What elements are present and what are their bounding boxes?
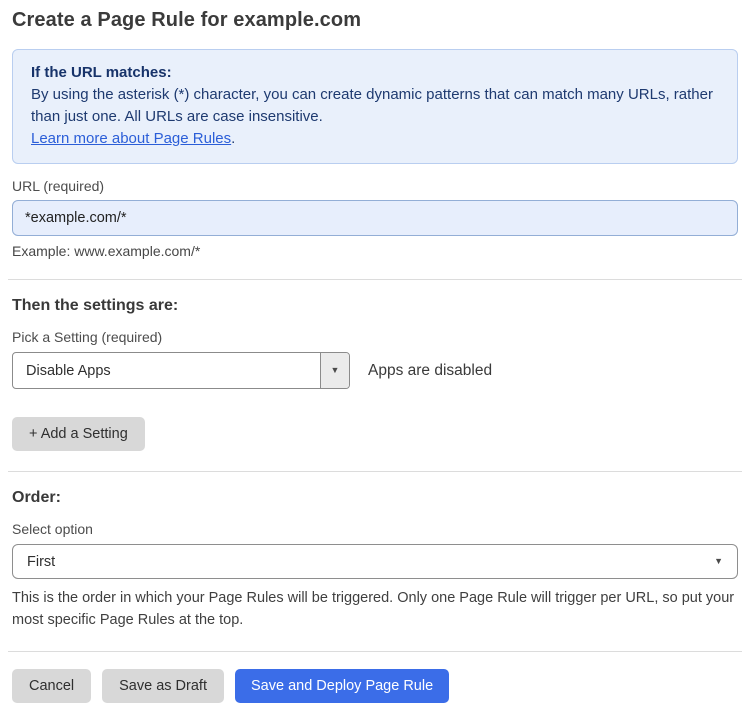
chevron-down-icon: ▼ [330, 365, 340, 375]
order-section-heading: Order: [12, 489, 61, 506]
footer-actions: Cancel Save as Draft Save and Deploy Pag… [12, 669, 738, 703]
setting-status-text: Apps are disabled [368, 361, 493, 379]
order-select-label: Select option [12, 521, 93, 537]
url-input[interactable] [12, 200, 738, 236]
setting-select[interactable]: Disable Apps ▼ [12, 352, 350, 389]
cancel-button[interactable]: Cancel [12, 669, 92, 703]
url-match-info-box: If the URL matches: By using the asteris… [12, 49, 738, 164]
order-select[interactable]: First ▼ [12, 544, 738, 579]
chevron-down-icon: ▼ [714, 556, 723, 566]
setting-select-value: Disable Apps [26, 362, 111, 379]
page-title: Create a Page Rule for example.com [12, 9, 362, 31]
setting-row: Disable Apps ▼ Apps are disabled [12, 352, 738, 389]
save-draft-button[interactable]: Save as Draft [102, 669, 224, 703]
info-box-body: By using the asterisk (*) character, you… [31, 86, 713, 125]
order-helper-text: This is the order in which your Page Rul… [12, 590, 735, 628]
url-field-label: URL (required) [12, 178, 105, 194]
save-deploy-button[interactable]: Save and Deploy Page Rule [234, 669, 450, 703]
link-period: . [231, 130, 236, 147]
add-setting-button[interactable]: + Add a Setting [12, 417, 145, 451]
settings-section-heading: Then the settings are: [12, 297, 179, 314]
divider [8, 471, 742, 472]
learn-more-link[interactable]: Learn more about Page Rules [31, 130, 231, 147]
divider [8, 651, 742, 652]
create-page-rule-form: Create a Page Rule for example.com If th… [0, 0, 750, 703]
order-select-value: First [27, 553, 56, 570]
url-example-helper: Example: www.example.com/* [12, 243, 201, 259]
pick-setting-label: Pick a Setting (required) [12, 329, 163, 345]
setting-select-arrow-button[interactable]: ▼ [320, 353, 349, 388]
divider [8, 279, 742, 280]
info-box-link-line: Learn more about Page Rules. [31, 128, 719, 150]
info-box-heading: If the URL matches: [31, 64, 172, 81]
